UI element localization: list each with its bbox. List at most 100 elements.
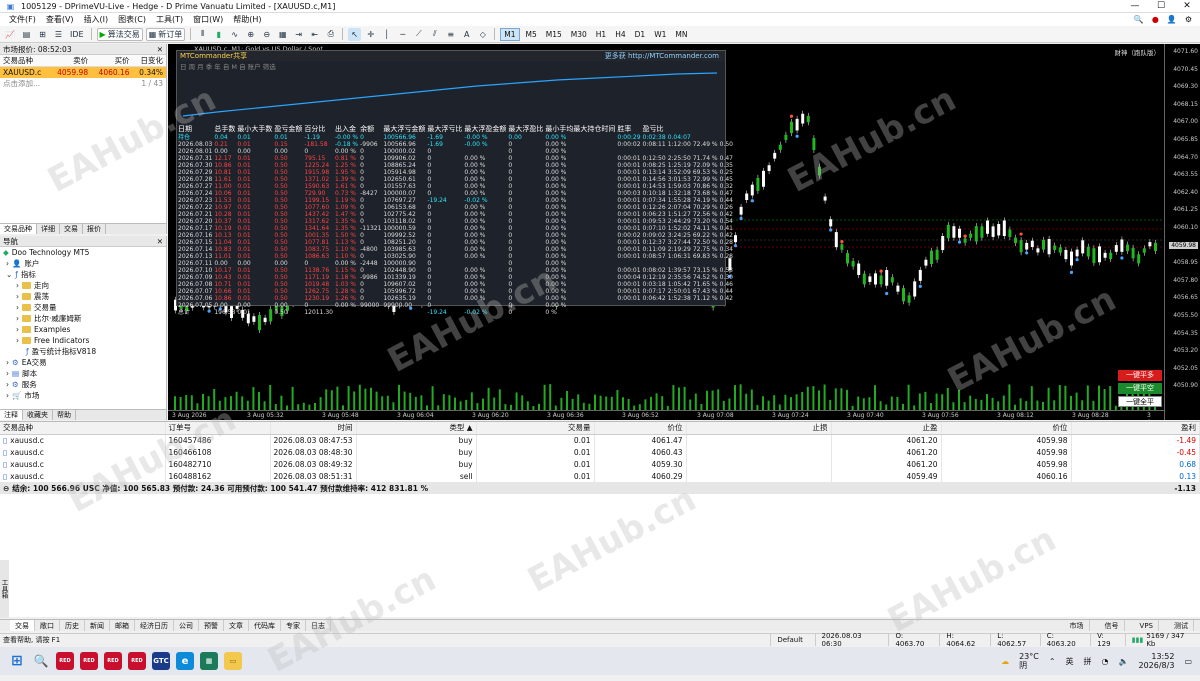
shapes-icon[interactable]: ◇ xyxy=(476,28,489,41)
nav-experts[interactable]: › ⚙ EA交易 xyxy=(0,357,166,368)
stat-row[interactable]: 2026.07.31 12.17 0.01 0.50 795.15 0.81 % 0 1099… xyxy=(177,155,734,162)
nav-volumes[interactable]: › 交易量 xyxy=(0,302,166,313)
terminal-app-icon[interactable]: ▦ xyxy=(200,652,218,670)
stat-row[interactable]: 2026.07.09 10.43 0.01 0.50 1171.19 1.18 % -998… xyxy=(177,274,734,281)
tab-mailbox[interactable]: 邮箱 xyxy=(110,620,135,631)
new-chart-icon[interactable]: 📈 xyxy=(3,28,17,41)
grid-icon[interactable]: ▦ xyxy=(276,28,289,41)
menu-insert[interactable]: 插入(I) xyxy=(84,14,109,25)
channel-icon[interactable]: ⫽ xyxy=(428,28,441,41)
ime-mode[interactable]: 拼 xyxy=(1084,656,1092,667)
time-axis[interactable]: 3 Aug 2026 3 Aug 05:32 3 Aug 05:48 3 Aug 06… xyxy=(168,410,1164,420)
nav-accounts[interactable]: › 👤 账户 xyxy=(0,258,166,269)
nav-oscillators[interactable]: › 震荡 xyxy=(0,291,166,302)
tab-notes[interactable]: 注释 xyxy=(0,410,23,420)
gtc-app-icon[interactable]: GTC xyxy=(152,652,170,670)
candles-icon[interactable]: ▮ xyxy=(212,28,225,41)
timeframe-d1[interactable]: D1 xyxy=(632,28,649,41)
col-type[interactable]: 类型 ▲ xyxy=(356,422,477,435)
stat-row[interactable]: 2026.07.13 11.01 0.01 0.50 1086.63 1.10 % 0 103… xyxy=(177,253,734,260)
weather-widget[interactable]: 23°C 阴 xyxy=(1019,652,1039,670)
network-icon[interactable]: ◔ xyxy=(1102,657,1109,666)
col-ticket[interactable]: 订单号 xyxy=(165,422,271,435)
price-chart[interactable]: XAUUSD.c, M1: Gold vs US Dollar / Spot 财… xyxy=(168,44,1200,420)
menu-view[interactable]: 查看(V) xyxy=(46,14,74,25)
volume-icon[interactable]: 🔈 xyxy=(1119,657,1129,666)
stat-row[interactable]: 2026.07.28 11.61 0.01 0.50 1371.02 1.39 % 0 102… xyxy=(177,176,734,183)
timeframe-m5[interactable]: M5 xyxy=(523,28,540,41)
stat-row[interactable]: 2026.07.24 10.06 0.01 0.50 729.90 0.73 % -8427… xyxy=(177,190,734,197)
tab-calendar[interactable]: 经济日历 xyxy=(135,620,174,631)
fibonacci-icon[interactable]: ≡ xyxy=(444,28,457,41)
chart-shift-icon[interactable]: ⇤ xyxy=(308,28,321,41)
col-symbol[interactable]: 交易品种 xyxy=(0,422,166,435)
stat-row[interactable]: 2026.07.17 10.19 0.01 0.50 1341.64 1.35 % -113… xyxy=(177,225,734,232)
profiles-icon[interactable]: ▤ xyxy=(20,28,33,41)
nav-services[interactable]: › ⚙ 服务 xyxy=(0,379,166,390)
position-row[interactable]: ▯ xauusd.c 160488162 2026.08.03 08:51:31 sel… xyxy=(0,470,1200,482)
col-change[interactable]: 日变化 xyxy=(132,55,166,67)
zoom-in-icon[interactable]: ⊕ xyxy=(244,28,257,41)
menu-help[interactable]: 帮助(H) xyxy=(233,14,261,25)
stat-row[interactable]: 2026.07.15 11.04 0.01 0.50 1077.81 1.13 % 0 108… xyxy=(177,239,734,246)
tab-trading[interactable]: 交易 xyxy=(60,224,83,234)
vps-link[interactable]: VPS xyxy=(1135,620,1159,631)
col-symbol[interactable]: 交易品种 xyxy=(0,55,50,67)
nav-examples[interactable]: › Examples xyxy=(0,324,166,335)
position-row[interactable]: ▯ xauusd.c 160482710 2026.08.03 08:49:32 buy… xyxy=(0,458,1200,470)
stat-row[interactable]: 2026.07.30 10.86 0.01 0.50 1225.24 1.25 % 0 108… xyxy=(177,162,734,169)
tester-link[interactable]: 测试 xyxy=(1169,620,1194,631)
market-watch-icon[interactable]: ⊞ xyxy=(36,28,49,41)
trend-line-icon[interactable]: ⟋ xyxy=(412,28,425,41)
price-axis[interactable]: 4071.60 4070.45 4069.30 4068.15 4067.00 4065.… xyxy=(1164,44,1200,420)
zoom-out-icon[interactable]: ⊖ xyxy=(260,28,273,41)
nav-bill-williams[interactable]: › 比尔·威廉姆斯 xyxy=(0,313,166,324)
col-volume[interactable]: 交易量 xyxy=(476,422,595,435)
stat-row[interactable]: 2026.07.11 0.00 0.00 0.00 0 0.00 % -2448 100000… xyxy=(177,260,734,267)
symbol-row-xauusd[interactable]: XAUUSD.c 4059.98 4060.16 0.34% xyxy=(0,66,166,78)
tab-articles[interactable]: 文章 xyxy=(224,620,249,631)
maximize-button[interactable]: ☐ xyxy=(1148,1,1174,11)
notification-icon[interactable]: ● xyxy=(1152,15,1159,24)
menu-file[interactable]: 文件(F) xyxy=(9,14,36,25)
stat-row[interactable]: 2026.07.10 10.17 0.01 0.50 1138.76 1.15 % 0 102… xyxy=(177,267,734,274)
cursor-icon[interactable]: ↖ xyxy=(348,27,362,41)
position-row[interactable]: ▯ xauusd.c 160457486 2026.08.03 08:47:53 buy… xyxy=(0,434,1200,446)
app-icon-1[interactable]: RED xyxy=(56,652,74,670)
user-icon[interactable]: 👤 xyxy=(1167,15,1177,24)
stat-row[interactable]: 2026.07.21 10.28 0.01 0.50 1437.42 1.47 % 0 102… xyxy=(177,211,734,218)
app-icon-4[interactable]: RED xyxy=(128,652,146,670)
edge-icon[interactable]: e xyxy=(176,652,194,670)
timeframe-mn[interactable]: MN xyxy=(672,28,690,41)
nav-indicators[interactable]: ⌄ ƒ 指标 xyxy=(0,269,166,280)
tab-codebase[interactable]: 代码库 xyxy=(249,620,281,631)
timeframe-m1[interactable]: M1 xyxy=(500,27,520,41)
tab-symbols[interactable]: 交易品种 xyxy=(0,224,37,234)
crosshair-icon[interactable]: ✛ xyxy=(364,28,377,41)
stat-row[interactable]: 2026.07.07 10.66 0.01 0.50 1262.75 1.28 % 0 105… xyxy=(177,288,734,295)
nav-scripts[interactable]: › ▤ 脚本 xyxy=(0,368,166,379)
minimize-button[interactable]: — xyxy=(1122,1,1148,11)
tab-history[interactable]: 历史 xyxy=(60,620,85,631)
close-icon[interactable]: ✕ xyxy=(157,45,163,54)
stat-row[interactable]: 2026.07.29 10.81 0.01 0.50 1915.98 1.95 % 0 105… xyxy=(177,169,734,176)
menu-tools[interactable]: 工具(T) xyxy=(156,14,183,25)
menu-charts[interactable]: 图表(C) xyxy=(118,14,146,25)
start-icon[interactable]: ⊞ xyxy=(8,652,26,670)
profile-name[interactable]: Default xyxy=(770,633,814,646)
col-time[interactable]: 时间 xyxy=(270,422,357,435)
chevron-up-icon[interactable]: ⌃ xyxy=(1049,657,1056,666)
explorer-icon[interactable]: ▭ xyxy=(224,652,242,670)
tab-company[interactable]: 公司 xyxy=(174,620,199,631)
add-symbol-link[interactable]: 点击添加... xyxy=(0,78,50,89)
col-open-price[interactable]: 价位 xyxy=(594,422,687,435)
stat-row[interactable]: 2026.07.05 0.00 0.00 0.00 0 0.00 % 99000 99900.… xyxy=(177,302,734,309)
weather-icon[interactable]: ☁ xyxy=(1001,657,1009,666)
algo-trading-button[interactable]: ▶ 算法交易 xyxy=(96,27,143,41)
tab-alerts[interactable]: 预警 xyxy=(199,620,224,631)
horizontal-line-icon[interactable]: ─ xyxy=(396,28,409,41)
vertical-line-icon[interactable]: │ xyxy=(380,28,393,41)
timeframe-h4[interactable]: H4 xyxy=(612,28,628,41)
new-order-button[interactable]: ▦ 新订单 xyxy=(145,27,186,41)
col-tp[interactable]: 止盈 xyxy=(831,422,942,435)
